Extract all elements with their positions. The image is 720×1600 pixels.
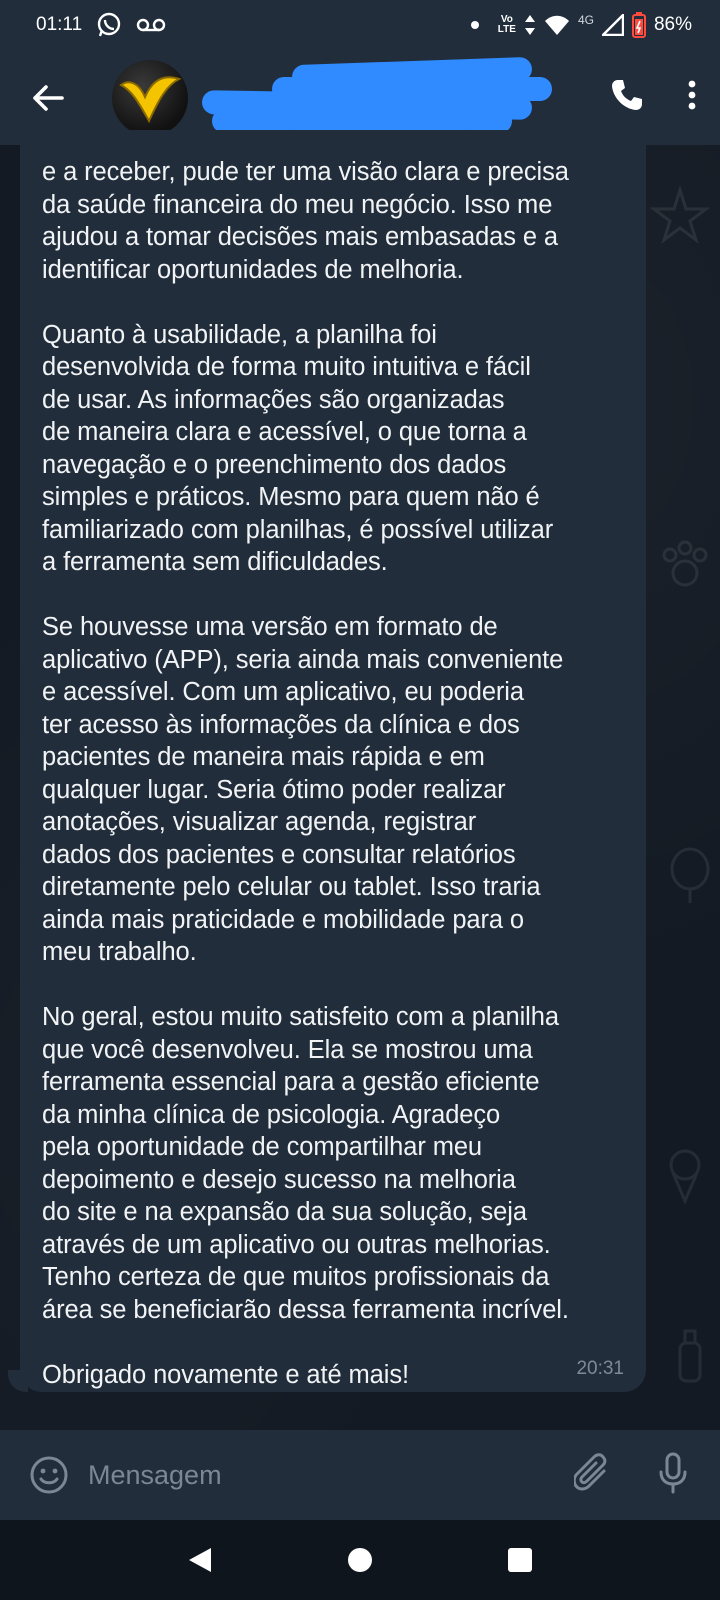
nav-recents-button[interactable] xyxy=(495,1535,545,1585)
voicemail-icon xyxy=(136,17,166,33)
whatsapp-icon xyxy=(96,12,122,38)
circle-home-icon xyxy=(348,1548,372,1572)
data-arrows-icon xyxy=(524,14,536,36)
call-button[interactable] xyxy=(610,78,644,117)
telegram-chat-screen: 01:11 Vo LTE 4G 86% e a receber, pude te… xyxy=(0,0,720,1600)
ice-cream-doodle-icon xyxy=(669,1149,701,1205)
back-button[interactable] xyxy=(20,70,76,126)
volte-bottom-label: LTE xyxy=(497,24,516,35)
smiley-icon xyxy=(30,1456,68,1494)
arrow-left-icon xyxy=(33,84,64,111)
dot-icon xyxy=(470,20,480,30)
square-recents-icon xyxy=(508,1548,532,1572)
star-doodle-icon xyxy=(650,185,710,245)
signal-icon xyxy=(601,14,624,36)
voice-button[interactable] xyxy=(658,1452,688,1499)
message-composer xyxy=(0,1430,720,1520)
phone-icon xyxy=(612,80,642,110)
triangle-back-icon xyxy=(189,1548,211,1572)
battery-percent: 86% xyxy=(653,14,692,35)
message-bubble[interactable]: e a receber, pude ter uma visão clara e … xyxy=(20,130,646,1392)
nav-back-button[interactable] xyxy=(175,1535,225,1585)
contact-name-redacted[interactable] xyxy=(201,56,552,145)
more-options-button[interactable] xyxy=(688,80,696,115)
network-type: 4G xyxy=(577,13,594,27)
paperclip-icon xyxy=(572,1452,607,1490)
balloon-doodle-icon xyxy=(670,847,710,903)
wifi-icon xyxy=(544,14,570,36)
battery-icon xyxy=(631,12,646,38)
status-time: 01:11 xyxy=(36,14,83,35)
message-text: e a receber, pude ter uma visão clara e … xyxy=(42,158,569,1389)
attach-button[interactable] xyxy=(572,1452,610,1498)
bottle-doodle-icon xyxy=(678,1329,702,1383)
nav-home-button[interactable] xyxy=(335,1535,385,1585)
paw-doodle-icon xyxy=(662,540,708,587)
emoji-button[interactable] xyxy=(26,1452,72,1498)
system-navigation-bar xyxy=(0,1520,720,1600)
more-vertical-icon xyxy=(688,80,696,110)
volte-icon: Vo LTE xyxy=(498,15,516,35)
message-time: 20:31 xyxy=(576,1358,624,1379)
microphone-icon xyxy=(659,1452,687,1493)
avatar-logo-icon xyxy=(119,75,182,123)
message-input[interactable] xyxy=(88,1459,574,1491)
status-bar: 01:11 Vo LTE 4G 86% xyxy=(0,0,720,50)
contact-avatar[interactable] xyxy=(112,59,188,136)
